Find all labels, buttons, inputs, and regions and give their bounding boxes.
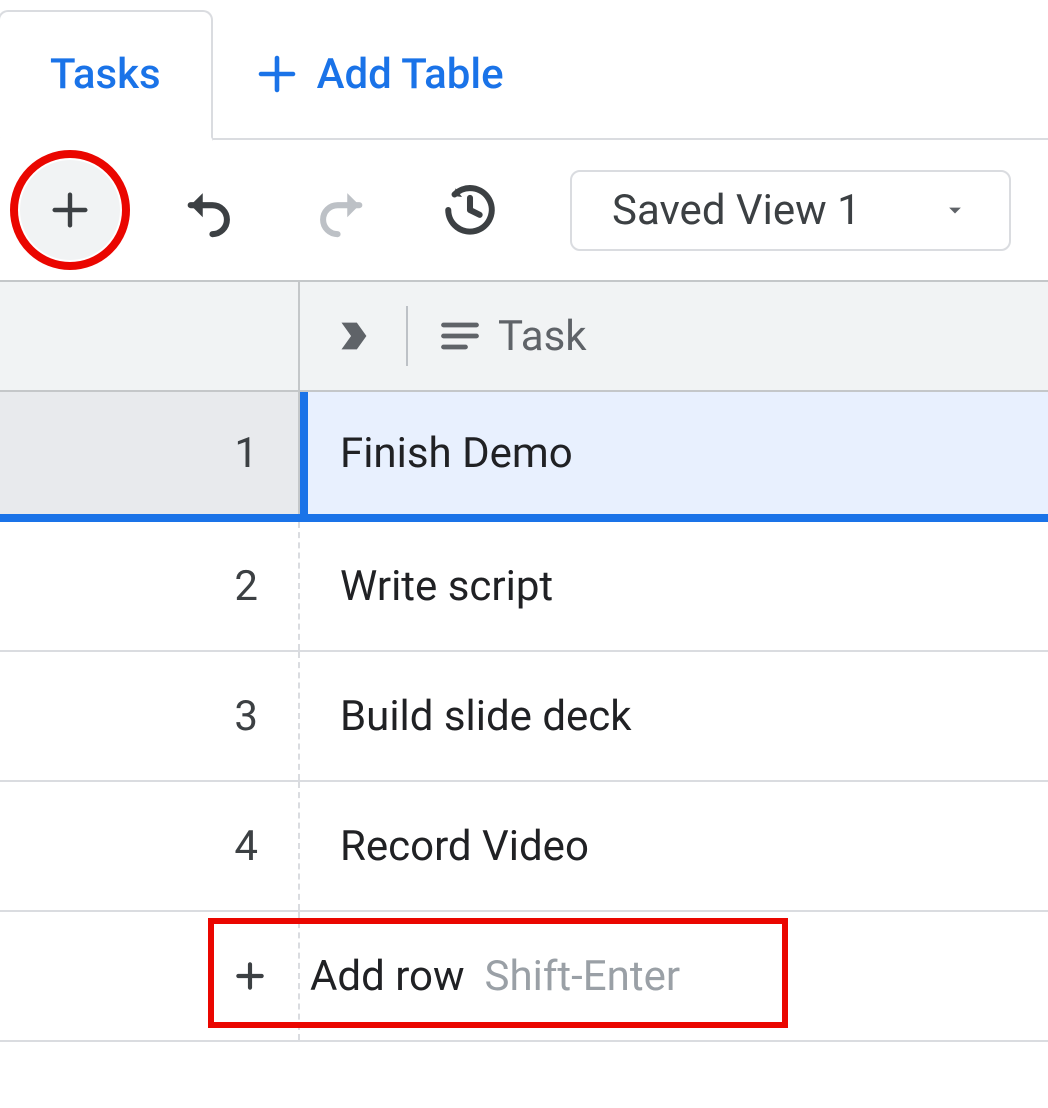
- task-cell[interactable]: Record Video: [300, 782, 1048, 910]
- add-row-hint: Shift-Enter: [485, 952, 681, 1001]
- new-row-button[interactable]: [20, 160, 120, 260]
- table-header-row: Task: [0, 282, 1048, 392]
- new-row-button-wrap: [10, 150, 130, 270]
- add-row-area: Add row Shift-Enter: [0, 912, 1048, 1042]
- history-button[interactable]: [420, 160, 520, 260]
- task-cell[interactable]: Write script: [300, 522, 1048, 650]
- text-column-icon: [438, 314, 482, 358]
- tab-bar: Tasks Add Table: [0, 0, 1048, 140]
- undo-button[interactable]: [160, 160, 260, 260]
- task-cell[interactable]: Build slide deck: [300, 652, 1048, 780]
- table: Task 1 Finish Demo 2 Write script 3 Buil…: [0, 280, 1048, 1042]
- saved-view-select[interactable]: Saved View 1: [570, 170, 1011, 251]
- column-header-task[interactable]: Task: [300, 282, 1048, 390]
- row-number: 1: [0, 392, 300, 514]
- expand-icon: [330, 313, 376, 359]
- table-row[interactable]: 3 Build slide deck: [0, 652, 1048, 782]
- row-number: 4: [0, 782, 300, 910]
- task-cell[interactable]: Finish Demo: [300, 392, 1048, 514]
- add-row-button[interactable]: Add row Shift-Enter: [300, 912, 1048, 1040]
- toolbar: Saved View 1: [0, 140, 1048, 280]
- undo-icon: [181, 181, 239, 239]
- table-row[interactable]: 1 Finish Demo: [0, 392, 1048, 522]
- add-table-button[interactable]: Add Table: [213, 10, 544, 138]
- plus-icon: [253, 50, 301, 98]
- saved-view-label: Saved View 1: [612, 186, 861, 235]
- row-number: 3: [0, 652, 300, 780]
- plus-icon: [47, 187, 93, 233]
- tab-tasks[interactable]: Tasks: [0, 10, 213, 141]
- history-icon: [441, 181, 499, 239]
- column-label: Task: [498, 312, 587, 361]
- add-table-label: Add Table: [317, 50, 504, 99]
- redo-button[interactable]: [290, 160, 390, 260]
- redo-icon: [311, 181, 369, 239]
- plus-icon: [230, 956, 270, 996]
- divider: [406, 306, 408, 366]
- table-row[interactable]: 2 Write script: [0, 522, 1048, 652]
- chevron-down-icon: [941, 196, 969, 224]
- rownum-header: [0, 282, 300, 390]
- table-row[interactable]: 4 Record Video: [0, 782, 1048, 912]
- row-number: 2: [0, 522, 300, 650]
- tab-label: Tasks: [50, 50, 161, 99]
- add-row-label: Add row: [310, 952, 465, 1001]
- add-row-gutter: [0, 912, 300, 1040]
